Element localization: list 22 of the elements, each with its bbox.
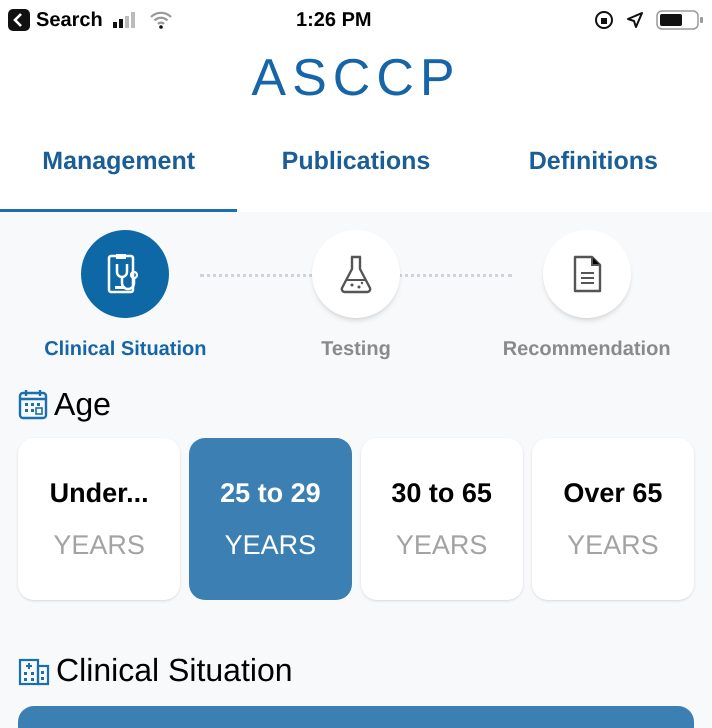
- back-link[interactable]: Search: [36, 5, 103, 35]
- step-label: Testing: [321, 337, 391, 362]
- flask-icon: [338, 254, 374, 294]
- section-title: Clinical Situation: [56, 651, 293, 690]
- step-label: Recommendation: [502, 337, 671, 362]
- location-icon: [626, 11, 644, 29]
- tab[interactable]: Publications: [237, 115, 475, 212]
- rotation-lock-icon: [594, 10, 614, 30]
- wifi-icon: [148, 11, 173, 29]
- tab[interactable]: Definitions: [474, 115, 712, 212]
- back-icon[interactable]: [8, 9, 30, 31]
- tab[interactable]: Management: [0, 115, 238, 212]
- status-time: 1:26 PM: [296, 8, 372, 33]
- calendar-icon: [18, 388, 48, 420]
- age-option[interactable]: 30 to 65 YEARS: [360, 438, 523, 600]
- step-label: Clinical Situation: [44, 337, 206, 362]
- logo: ASCCP: [251, 52, 461, 104]
- age-option[interactable]: 25 to 29 YEARS: [189, 438, 352, 600]
- age-option[interactable]: Under... YEARS: [18, 438, 180, 600]
- battery-icon: [656, 9, 704, 31]
- section-title: Age: [54, 385, 111, 424]
- age-option[interactable]: Over 65 YEARS: [532, 438, 694, 600]
